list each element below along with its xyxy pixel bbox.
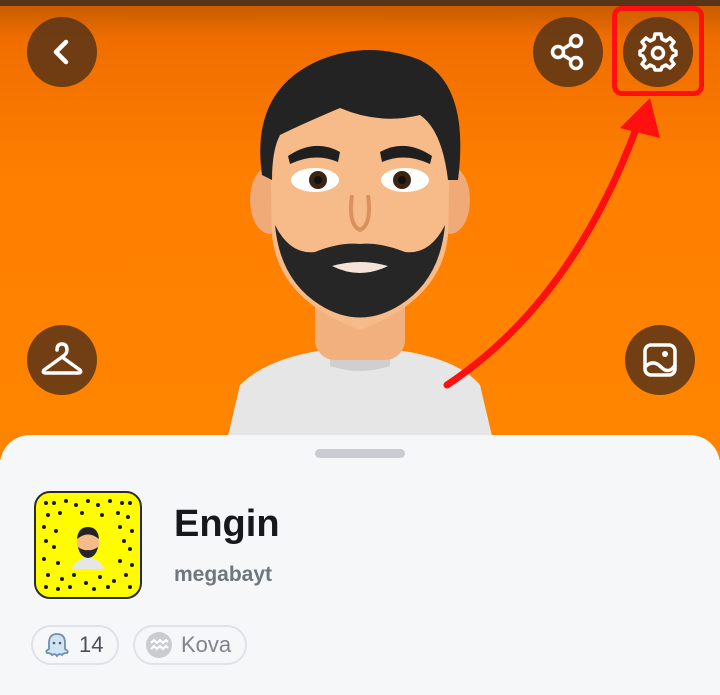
username[interactable]: megabayt [174,563,272,587]
display-name: Engin [174,503,280,545]
sheet-grabber[interactable] [315,449,405,458]
snapcode-dots [42,499,134,591]
friends-count: 14 [79,632,104,657]
ghost-icon [45,633,69,658]
aquarius-icon [146,632,172,658]
annotation-arrow [443,98,660,389]
friends-chip[interactable]: 14 [31,625,119,665]
zodiac-label: Kova [181,632,232,657]
zodiac-chip[interactable]: Kova [133,625,247,665]
snapcode[interactable] [34,491,142,599]
